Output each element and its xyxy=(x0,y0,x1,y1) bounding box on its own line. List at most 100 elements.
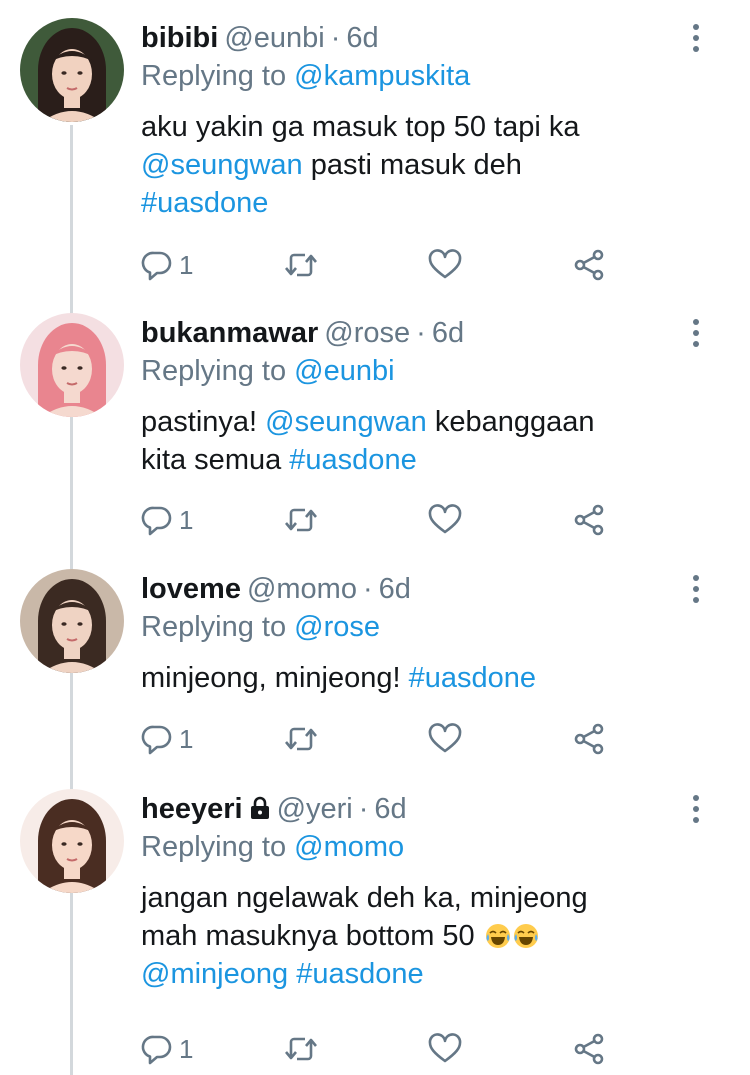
tweet-text-segment: jangan ngelawak deh ka, minjeong xyxy=(141,882,588,914)
timestamp[interactable]: 6d xyxy=(432,317,464,349)
hashtag-link[interactable]: #uasdone xyxy=(141,187,268,219)
display-name[interactable]: bukanmawar xyxy=(141,317,318,349)
avatar-portrait xyxy=(20,789,124,893)
display-name[interactable]: heeyeri xyxy=(141,793,243,825)
share-icon xyxy=(573,249,605,281)
like-icon xyxy=(428,504,462,536)
hashtag-link[interactable]: #uasdone xyxy=(296,958,423,990)
display-name[interactable]: bibibi xyxy=(141,22,218,54)
dot-separator: · xyxy=(362,573,373,605)
reply-button[interactable]: 1 xyxy=(141,1029,193,1069)
tweet-header: loveme @momo · 6d xyxy=(141,571,411,607)
like-button[interactable] xyxy=(428,245,462,285)
share-button[interactable] xyxy=(573,1029,605,1069)
tweet-header: bukanmawar @rose · 6d xyxy=(141,315,464,351)
reply-button[interactable]: 1 xyxy=(141,500,193,540)
tweet-text-segment: kita semua xyxy=(141,444,290,476)
reply-count: 1 xyxy=(179,724,194,754)
tweet-header: heeyeri @yeri · 6d xyxy=(141,791,407,829)
action-bar: 1 xyxy=(141,719,621,759)
action-bar: 1 xyxy=(141,1029,621,1069)
mention-link[interactable]: @seungwan xyxy=(141,149,303,181)
more-options-icon[interactable] xyxy=(688,319,704,349)
share-button[interactable] xyxy=(573,245,605,285)
like-button[interactable] xyxy=(428,719,462,759)
mention-link[interactable]: @minjeong xyxy=(141,958,288,990)
avatar-portrait xyxy=(20,18,124,122)
share-icon xyxy=(573,723,605,755)
replying-to-link[interactable]: @momo xyxy=(294,831,404,863)
share-button[interactable] xyxy=(573,500,605,540)
reply-icon xyxy=(141,1033,173,1065)
retweet-button[interactable] xyxy=(283,1029,319,1069)
tweet-text: minjeong, minjeong! #uasdone xyxy=(141,659,701,697)
tweet-text: jangan ngelawak deh ka, minjeong mah masu… xyxy=(141,879,701,993)
retweet-button[interactable] xyxy=(283,719,319,759)
dot-separator: · xyxy=(416,317,426,349)
mention-link[interactable]: @seungwan xyxy=(265,406,427,438)
replying-to-link[interactable]: @eunbi xyxy=(294,355,394,387)
tweet-text-segment: aku yakin ga masuk top 50 tapi ka xyxy=(141,111,580,143)
share-icon xyxy=(573,504,605,536)
retweet-button[interactable] xyxy=(283,500,319,540)
replying-prefix: Replying to xyxy=(141,60,287,92)
reply-button[interactable]: 1 xyxy=(141,719,193,759)
handle[interactable]: @yeri xyxy=(277,793,353,825)
retweet-icon xyxy=(283,723,319,755)
tweet-text-segment: mah masuknya bottom 50 xyxy=(141,920,483,952)
reply-count: 1 xyxy=(179,250,194,280)
retweet-icon xyxy=(283,1033,319,1065)
handle[interactable]: @eunbi xyxy=(224,22,324,54)
action-bar: 1 xyxy=(141,245,621,285)
replying-to: Replying to @kampuskita xyxy=(141,58,470,94)
reply-icon xyxy=(141,504,173,536)
handle[interactable]: @momo xyxy=(247,573,357,605)
more-options-icon[interactable] xyxy=(688,24,704,54)
hashtag-link[interactable]: #uasdone xyxy=(289,444,416,476)
replying-to: Replying to @momo xyxy=(141,829,404,865)
reply-icon xyxy=(141,249,173,281)
like-icon xyxy=(428,249,462,281)
share-button[interactable] xyxy=(573,719,605,759)
tweet-text-segment: pasti masuk deh xyxy=(302,149,522,181)
retweet-button[interactable] xyxy=(283,245,319,285)
tweet-text-segment xyxy=(288,958,296,990)
like-icon xyxy=(428,723,462,755)
replying-to-link[interactable]: @kampuskita xyxy=(294,60,470,92)
like-icon xyxy=(428,1033,462,1065)
dot-separator: · xyxy=(330,22,341,54)
avatar[interactable] xyxy=(20,18,124,122)
replying-prefix: Replying to xyxy=(141,611,287,643)
display-name[interactable]: loveme xyxy=(141,573,241,605)
tears-of-joy-emoji xyxy=(485,921,511,948)
like-button[interactable] xyxy=(428,500,462,540)
tweet-text-segment: pastinya! xyxy=(141,406,266,438)
like-button[interactable] xyxy=(428,1029,462,1069)
timestamp[interactable]: 6d xyxy=(379,573,411,605)
replying-to-link[interactable]: @rose xyxy=(294,611,380,643)
more-options-icon[interactable] xyxy=(688,575,704,605)
tweet-text: pastinya! @seungwan kebanggaan kita semua… xyxy=(141,403,701,479)
tweet-text: aku yakin ga masuk top 50 tapi ka @seungw… xyxy=(141,108,701,222)
reply-count: 1 xyxy=(179,505,194,535)
avatar[interactable] xyxy=(20,569,124,673)
lock-icon xyxy=(249,793,271,829)
reply-button[interactable]: 1 xyxy=(141,245,193,285)
timestamp[interactable]: 6d xyxy=(346,22,378,54)
avatar[interactable] xyxy=(20,789,124,893)
avatar-portrait xyxy=(20,569,124,673)
timestamp[interactable]: 6d xyxy=(374,793,406,825)
hashtag-link[interactable]: #uasdone xyxy=(409,662,536,694)
more-options-icon[interactable] xyxy=(688,795,704,825)
replying-to: Replying to @rose xyxy=(141,609,380,645)
replying-to: Replying to @eunbi xyxy=(141,353,395,389)
tears-of-joy-emoji xyxy=(513,921,539,948)
avatar[interactable] xyxy=(20,313,124,417)
tweet-text-segment: minjeong, minjeong! xyxy=(141,662,409,694)
handle[interactable]: @rose xyxy=(324,317,410,349)
retweet-icon xyxy=(283,249,319,281)
tweet-text-segment: kebanggaan xyxy=(426,406,595,438)
reply-count: 1 xyxy=(179,1034,194,1064)
tweet-header: bibibi @eunbi · 6d xyxy=(141,20,379,56)
share-icon xyxy=(573,1033,605,1065)
